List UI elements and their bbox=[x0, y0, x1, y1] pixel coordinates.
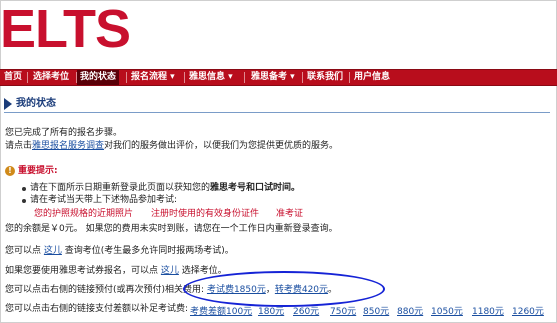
voucher-link[interactable]: 这儿 bbox=[161, 266, 179, 276]
balance-text: 您的余额是￥0元。 如果您的费用未实时到账，请您在一个工作日内重新登录查询。 bbox=[5, 224, 338, 234]
nav-separator bbox=[302, 72, 303, 83]
notice-item-1-prefix: 请在下面所示日期重新登录此页面以获知您的 bbox=[30, 183, 211, 193]
survey-line: 请点击雅思报名服务调查对我们的服务做出评价，以便我们为您提供更优质的服务。 bbox=[5, 141, 338, 152]
payment-text: 您可以点击右侧的链接预付(或再次预付)相关费用: bbox=[5, 285, 205, 295]
notice-item-1-bold: 雅思考号和口试时间。 bbox=[210, 183, 301, 193]
diff-fee-link[interactable]: 考费差额100元 bbox=[190, 304, 252, 317]
diff-fee-link[interactable]: 260元 bbox=[293, 304, 319, 317]
nav-home[interactable]: 首页 bbox=[1, 70, 25, 85]
nav-ielts-prep[interactable]: 雅思备考 ▾ bbox=[248, 70, 298, 85]
nav-separator bbox=[27, 72, 28, 83]
nav-my-status[interactable]: 我的状态 bbox=[77, 70, 120, 85]
nav-user-info[interactable]: 用户信息 bbox=[351, 70, 393, 85]
triangle-icon bbox=[4, 98, 12, 110]
nav-contact-us[interactable]: 联系我们 bbox=[304, 70, 346, 85]
survey-link[interactable]: 雅思报名服务调查 bbox=[32, 141, 104, 151]
check-seat-prefix: 您可以点 bbox=[5, 246, 42, 256]
nav-registration-process[interactable]: 报名流程 ▾ bbox=[128, 70, 178, 85]
main-nav: 首页 选择考位 我的状态 报名流程 ▾ 雅思信息 ▾ 雅思备考 ▾ 联系我们 用… bbox=[0, 69, 557, 86]
diff-fee-link[interactable]: 1050元 bbox=[431, 304, 463, 317]
nav-separator bbox=[126, 72, 127, 83]
survey-suffix: 对我们的服务做出评价，以便我们为您提供更优质的服务。 bbox=[104, 141, 339, 151]
exclamation-icon: ! bbox=[5, 166, 15, 176]
nav-separator bbox=[349, 72, 350, 83]
diff-fee-link[interactable]: 880元 bbox=[397, 304, 423, 317]
diff-fee-link[interactable]: 850元 bbox=[363, 304, 389, 317]
diff-fee-link[interactable]: 180元 bbox=[258, 304, 284, 317]
notice-item-2: 请在考试当天带上下述物品参加考试: bbox=[30, 195, 178, 205]
page-title: 我的状态 bbox=[16, 98, 56, 109]
requirement-id: 注册时使用的有效身份证件 bbox=[151, 209, 260, 219]
nav-separator bbox=[244, 72, 245, 83]
diff-fee-link[interactable]: 750元 bbox=[330, 304, 356, 317]
nav-select-seat[interactable]: 选择考位 bbox=[30, 70, 72, 85]
completed-text: 您已完成了所有的报名步骤。 bbox=[5, 128, 123, 138]
page-title-bar: 我的状态 bbox=[4, 96, 550, 113]
voucher-prefix: 如果您要使用雅思考试券报名，可以点 bbox=[5, 266, 159, 276]
bullet-icon bbox=[22, 187, 26, 191]
voucher-line: 如果您要使用雅思考试券报名，可以点 这儿 选择考位。 bbox=[5, 266, 227, 277]
notice-item-1: 请在下面所示日期重新登录此页面以获知您的雅思考号和口试时间。 bbox=[30, 183, 300, 194]
nav-ielts-info[interactable]: 雅思信息 ▾ bbox=[186, 70, 236, 85]
nav-separator bbox=[184, 72, 185, 83]
highlight-ellipse bbox=[183, 271, 385, 307]
bullet-icon bbox=[22, 199, 26, 203]
notice-title: 重要提示: bbox=[18, 166, 58, 176]
diff-fee-link[interactable]: 1260元 bbox=[512, 304, 544, 317]
check-seat-suffix: 查询考位(考生最多允许同时报两场考试)。 bbox=[64, 246, 234, 256]
ielts-logo: IELTS bbox=[0, 6, 140, 52]
survey-prefix: 请点击 bbox=[5, 141, 33, 151]
requirement-admission: 准考证 bbox=[276, 209, 304, 219]
diff-fee-link[interactable]: 1180元 bbox=[472, 304, 504, 317]
check-seat-line: 您可以点 这儿 查询考位(考生最多允许同时报两场考试)。 bbox=[5, 246, 234, 257]
requirement-photo: 您的护照规格的近期照片 bbox=[34, 209, 134, 219]
supplement-text: 您可以点击右侧的链接支付差额以补足考试费: bbox=[5, 304, 189, 314]
logo-text: IELTS bbox=[0, 6, 131, 52]
check-seat-link[interactable]: 这儿 bbox=[44, 246, 62, 256]
